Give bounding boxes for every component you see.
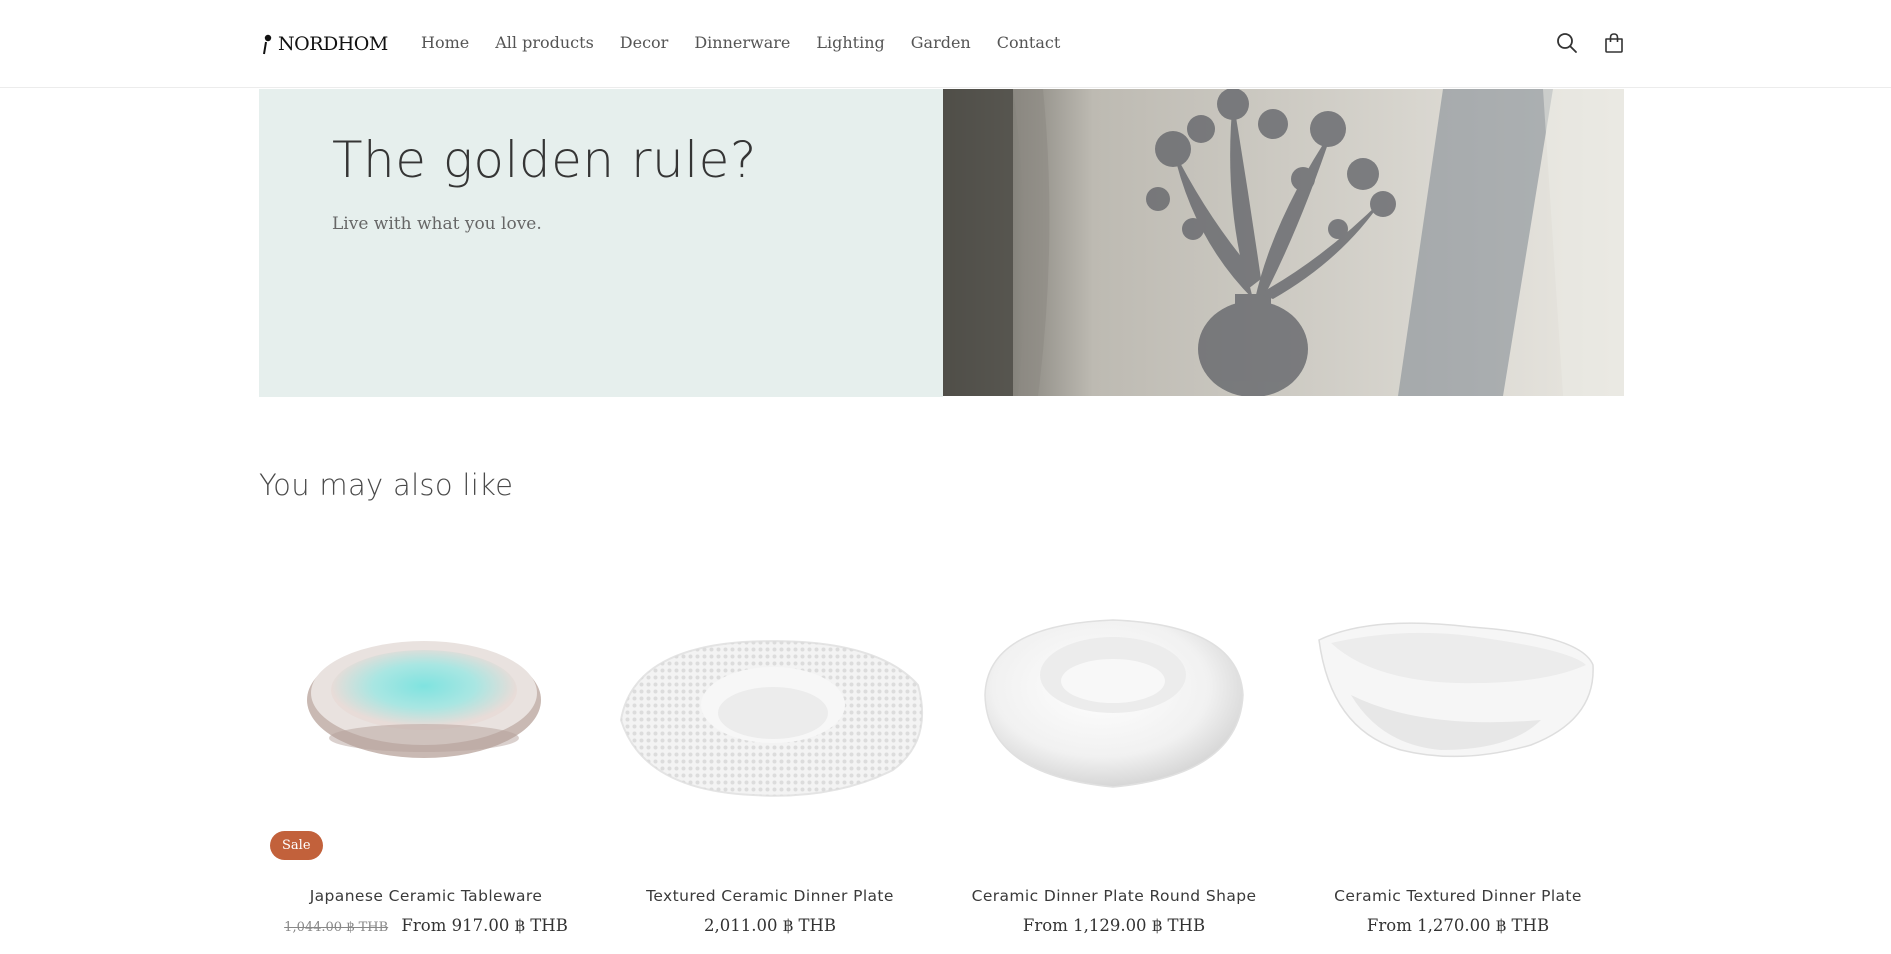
price-current: From 917.00 ฿ THB [401,916,568,935]
product-price: From 1,129.00 ฿ THB [1022,916,1206,935]
textured-plate-image [619,640,924,797]
nav-item-dinnerware[interactable]: Dinnerware [681,29,803,56]
product-title[interactable]: Ceramic Dinner Plate Round Shape [947,887,1281,905]
sale-badge: Sale [270,831,323,860]
product-title[interactable]: Ceramic Textured Dinner Plate [1291,887,1625,905]
product-image [1291,555,1625,875]
site-header: NORDHOM Home All products Decor Dinnerwa… [0,0,1891,88]
cart-icon [1605,33,1623,53]
logo-text: NORDHOM [278,33,388,55]
nav-item-lighting[interactable]: Lighting [803,29,897,56]
product-price: 1,044.00 ฿ THB From 917.00 ฿ THB [259,916,593,935]
search-icon [1557,33,1577,53]
hero-title: The golden rule? [332,131,757,189]
product-card[interactable]: Ceramic Dinner Plate Round Shape From 1,… [947,555,1281,954]
logo-mark-icon [263,34,272,55]
nav-item-decor[interactable]: Decor [607,29,682,56]
round-bowl-image [984,619,1244,788]
product-price: From 1,270.00 ฿ THB [1366,916,1550,935]
ceramic-bowl-speckled-image [307,641,541,758]
price-old: 1,044.00 ฿ THB [284,920,389,935]
nav-item-contact[interactable]: Contact [984,29,1074,56]
product-title[interactable]: Textured Ceramic Dinner Plate [603,887,937,905]
nav-item-home[interactable]: Home [408,29,482,56]
cart-button[interactable] [1599,28,1629,58]
product-title[interactable]: Japanese Ceramic Tableware [259,887,593,905]
main-nav: Home All products Decor Dinnerware Light… [408,29,1073,56]
product-card[interactable]: Textured Ceramic Dinner Plate 2,011.00 ฿… [603,555,937,954]
hero-text-panel: The golden rule? Live with what you love… [259,89,943,397]
logo[interactable]: NORDHOM [262,30,388,58]
product-image [603,555,937,875]
search-button[interactable] [1552,28,1582,58]
nav-item-all-products[interactable]: All products [482,29,607,56]
hero-photo-shadow-illustration [943,89,1624,396]
section-title: You may also like [259,468,514,502]
hero-banner: The golden rule? Live with what you love… [259,89,1624,397]
hero-subtitle: Live with what you love. [332,214,542,234]
hero-image [943,89,1624,396]
product-card[interactable]: Ceramic Textured Dinner Plate From 1,270… [1291,555,1625,954]
product-image [947,555,1281,875]
textured-bowl-image [1318,622,1594,758]
product-price: 2,011.00 ฿ THB [704,916,836,935]
product-image [259,555,593,875]
nav-item-garden[interactable]: Garden [898,29,984,56]
product-card[interactable]: Sale Japanese Ceramic Tableware 1,044.00… [259,555,593,954]
